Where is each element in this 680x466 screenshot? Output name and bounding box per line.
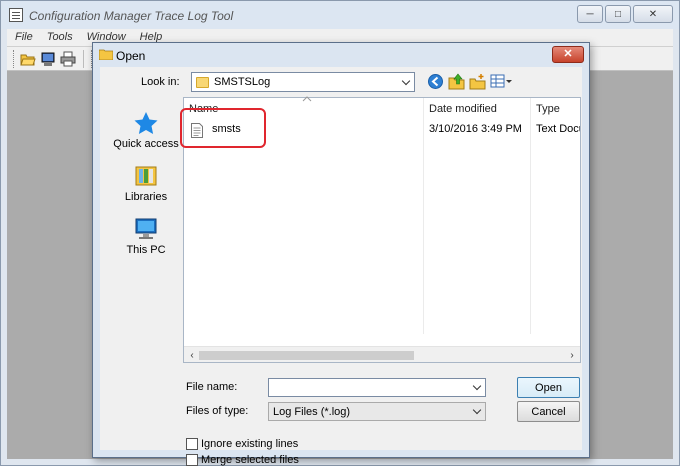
dialog-folder-icon <box>99 49 113 60</box>
scroll-right-icon[interactable]: › <box>566 350 578 361</box>
merge-selected-files-label: Merge selected files <box>201 454 299 466</box>
back-icon[interactable] <box>427 73 444 90</box>
app-title: Configuration Manager Trace Log Tool <box>29 9 234 23</box>
dialog-body: Look in: SMSTSLog Quick access Libraries… <box>100 67 582 466</box>
file-list[interactable]: Name Date modified Type smsts 3/10/2016 … <box>180 96 581 363</box>
close-button[interactable]: ✕ <box>633 5 673 23</box>
dialog-title: Open <box>116 49 146 63</box>
column-header-type[interactable]: Type <box>531 98 581 118</box>
places-bar: Quick access Libraries This PC <box>108 97 184 355</box>
place-label: Quick access <box>113 138 179 150</box>
menu-tools[interactable]: Tools <box>43 29 79 46</box>
up-folder-icon[interactable] <box>448 73 465 90</box>
look-in-value: SMSTSLog <box>214 76 271 88</box>
chevron-down-icon[interactable] <box>469 379 485 396</box>
menu-file[interactable]: File <box>11 29 39 46</box>
maximize-button[interactable]: □ <box>605 5 631 23</box>
checkbox-box[interactable] <box>186 454 198 466</box>
file-name-input[interactable] <box>269 379 469 396</box>
toolbar-grip[interactable] <box>13 49 16 68</box>
computer-icon[interactable] <box>40 51 56 67</box>
file-type: Text Docu... <box>536 123 580 135</box>
highlight-annotation <box>180 108 266 148</box>
place-quick-access[interactable]: Quick access <box>108 111 184 150</box>
ignore-existing-lines-checkbox[interactable]: Ignore existing lines <box>186 438 298 450</box>
files-of-type-value: Log Files (*.log) <box>273 405 351 418</box>
nav-toolbar <box>427 73 512 90</box>
print-icon[interactable] <box>60 51 76 67</box>
new-folder-icon[interactable] <box>469 73 486 90</box>
folder-icon <box>196 76 209 88</box>
file-date-modified: 3/10/2016 3:49 PM <box>429 123 522 135</box>
file-name-field[interactable] <box>268 378 486 397</box>
app-titlebar: Configuration Manager Trace Log Tool ─ □… <box>1 1 679 29</box>
column-header-date-modified[interactable]: Date modified <box>424 98 530 118</box>
look-in-label: Look in: <box>141 76 180 88</box>
place-this-pc[interactable]: This PC <box>108 217 184 256</box>
open-dialog: Open ✕ Look in: SMSTSLog Quick access Li… <box>92 42 590 466</box>
open-folder-icon[interactable] <box>20 51 36 67</box>
place-label: This PC <box>126 244 166 256</box>
dialog-close-button[interactable]: ✕ <box>552 46 584 63</box>
scrollbar-thumb[interactable] <box>199 351 414 360</box>
scroll-left-icon[interactable]: ‹ <box>186 350 198 361</box>
this-pc-icon <box>135 218 157 239</box>
chevron-down-icon[interactable] <box>398 73 414 91</box>
libraries-icon <box>135 166 157 186</box>
cancel-button[interactable]: Cancel <box>517 401 580 422</box>
view-menu-icon[interactable] <box>490 73 512 90</box>
minimize-button[interactable]: ─ <box>577 5 603 23</box>
merge-selected-files-checkbox[interactable]: Merge selected files <box>186 454 299 466</box>
dialog-titlebar: Open ✕ <box>93 43 589 67</box>
look-in-combo[interactable]: SMSTSLog <box>191 72 415 92</box>
horizontal-scrollbar[interactable]: ‹ › <box>184 346 580 362</box>
toolbar-separator <box>83 49 84 68</box>
checkbox-box[interactable] <box>186 438 198 450</box>
file-row[interactable]: smsts 3/10/2016 3:49 PM Text Docu... <box>180 108 580 148</box>
place-label: Libraries <box>124 191 168 203</box>
file-name-label: File name: <box>186 381 238 393</box>
files-of-type-select[interactable]: Log Files (*.log) <box>268 402 486 421</box>
open-button[interactable]: Open <box>517 377 580 398</box>
chevron-down-icon[interactable] <box>469 403 485 420</box>
place-libraries[interactable]: Libraries <box>108 164 184 203</box>
app-log-icon <box>9 8 23 22</box>
ignore-existing-lines-label: Ignore existing lines <box>201 438 299 450</box>
files-of-type-label: Files of type: <box>186 405 249 417</box>
window-controls: ─ □ ✕ <box>577 5 673 23</box>
quick-access-star-icon <box>134 112 158 134</box>
